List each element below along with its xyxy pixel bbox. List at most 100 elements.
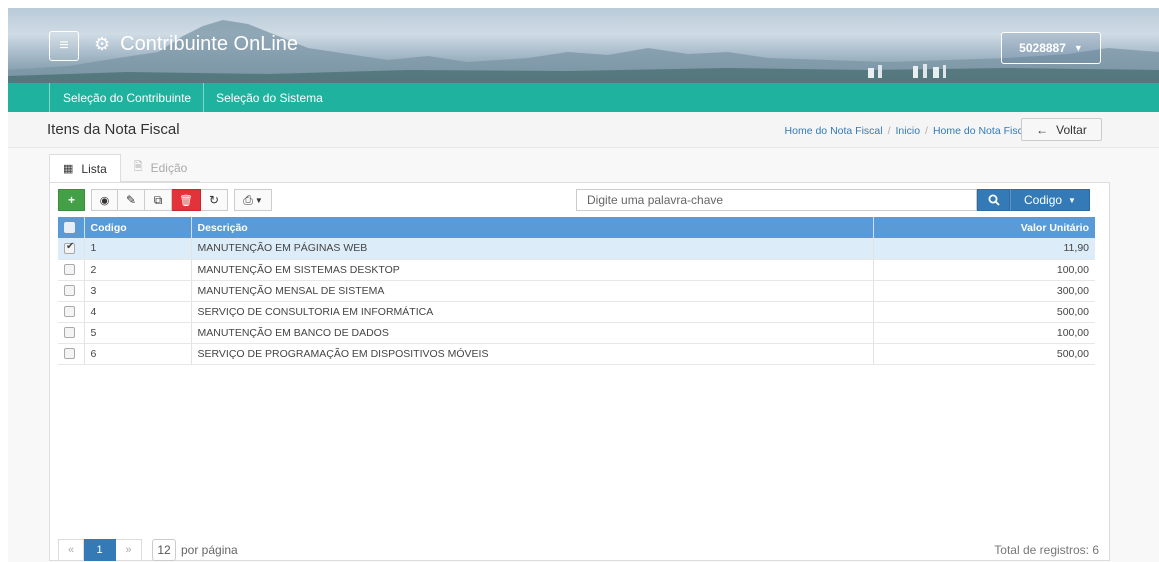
eye-icon: ◉ xyxy=(99,194,110,207)
add-group: + xyxy=(58,189,85,211)
cell-codigo: 6 xyxy=(84,343,192,365)
row-select-cell[interactable] xyxy=(58,343,85,365)
breadcrumb-separator: / xyxy=(887,125,891,137)
row-checkbox[interactable] xyxy=(64,241,75,254)
copy-icon: ⧉ xyxy=(153,192,163,207)
arrow-left-icon: ← xyxy=(1036,122,1049,137)
back-button[interactable]: ← Voltar xyxy=(1021,118,1102,141)
total-records: Total de registros: 6 xyxy=(994,543,1099,557)
row-select-cell[interactable] xyxy=(58,259,85,281)
edit-button[interactable]: ✎ xyxy=(118,189,145,211)
next-page-button[interactable]: » xyxy=(116,539,142,561)
tab-lista[interactable]: ▦ Lista xyxy=(49,154,121,182)
cell-codigo: 5 xyxy=(84,322,192,344)
delete-button[interactable]: 🗑 xyxy=(172,189,201,211)
caret-down-icon: ▼ xyxy=(1073,43,1083,53)
tab-edicao[interactable]: 🗎 Edição xyxy=(120,154,201,182)
row-select-cell[interactable] xyxy=(58,238,85,260)
search-group: Codigo ▼ xyxy=(576,189,1090,211)
cell-valor: 11,90 xyxy=(873,238,1095,260)
table-row[interactable]: 2 MANUTENÇÃO EM SISTEMAS DESKTOP 100,00 xyxy=(58,259,1095,281)
per-page-label: por página xyxy=(181,543,238,557)
prev-page-button[interactable]: « xyxy=(58,539,84,561)
row-checkbox[interactable] xyxy=(64,348,75,360)
cell-valor: 500,00 xyxy=(873,343,1095,365)
content-area: ▦ Lista 🗎 Edição + ◉ ✎ ⧉ 🗑 ↻ ⎙ ▼ Digite … xyxy=(8,148,1159,562)
breadcrumb-link[interactable]: Home do Nota Fiscal xyxy=(933,125,1031,137)
page-button-current[interactable]: 1 xyxy=(84,539,116,561)
header-banner: ≡ ⚙ Contribuinte OnLine 5028887 ▼ xyxy=(8,8,1159,83)
gear-icon: ⚙ xyxy=(94,34,111,54)
cell-codigo: 2 xyxy=(84,259,192,281)
table-icon: ▦ xyxy=(63,163,74,175)
row-checkbox[interactable] xyxy=(64,327,75,339)
add-button[interactable]: + xyxy=(58,189,85,211)
cell-valor: 300,00 xyxy=(873,280,1095,302)
top-nav: Seleção do Contribuinte Seleção do Siste… xyxy=(8,83,1159,112)
tab-label: Lista xyxy=(81,161,107,176)
caret-down-icon: ▼ xyxy=(1068,195,1076,205)
breadcrumb-separator: / xyxy=(925,125,928,137)
items-table: Codigo Descrição Valor Unitário 1MANUTEN… xyxy=(58,217,1095,365)
pencil-icon: ✎ xyxy=(125,193,137,207)
table-row[interactable]: 6 SERVIÇO DE PROGRAMAÇÃO EM DISPOSITIVOS … xyxy=(58,343,1095,365)
trash-icon: 🗑 xyxy=(179,194,193,207)
cell-valor: 500,00 xyxy=(873,301,1095,323)
copy-button[interactable]: ⧉ xyxy=(145,189,172,211)
search-field-label: Codigo xyxy=(1024,193,1063,207)
list-panel: + ◉ ✎ ⧉ 🗑 ↻ ⎙▼ Codigo ▼ xyxy=(49,182,1110,561)
refresh-icon: ↻ xyxy=(208,193,219,207)
document-icon: 🗎 xyxy=(133,161,143,173)
cell-descricao: MANUTENÇÃO EM PÁGINAS WEB xyxy=(191,238,874,260)
toolbar: + ◉ ✎ ⧉ 🗑 ↻ ⎙ ▼ xyxy=(58,189,272,211)
cell-descricao: SERVIÇO DE PROGRAMAÇÃO EM DISPOSITIVOS M… xyxy=(191,343,874,365)
cell-descricao: SERVIÇO DE CONSULTORIA EM INFORMÁTICA xyxy=(191,301,874,323)
row-select-cell[interactable] xyxy=(58,280,85,302)
table-row[interactable]: 1MANUTENÇÃO EM PÁGINAS WEB11,90 xyxy=(58,238,1095,260)
row-select-cell[interactable] xyxy=(58,301,85,323)
cell-valor: 100,00 xyxy=(873,322,1095,344)
tab-label: Edição xyxy=(150,160,188,175)
page-buttons: « 1 » xyxy=(58,539,142,561)
page-header: Itens da Nota Fiscal Home do Nota Fiscal… xyxy=(8,112,1159,148)
select-all-cell[interactable] xyxy=(58,217,85,238)
per-page-selector: 12 por página xyxy=(152,539,238,561)
breadcrumb-link[interactable]: Inicio xyxy=(896,125,921,137)
row-checkbox[interactable] xyxy=(64,285,75,297)
column-header-descricao[interactable]: Descrição xyxy=(191,217,874,238)
view-button[interactable]: ◉ xyxy=(91,189,118,211)
row-select-cell[interactable] xyxy=(58,322,85,344)
search-field-dropdown[interactable]: Codigo ▼ xyxy=(1010,189,1090,211)
column-header-valor[interactable]: Valor Unitário xyxy=(873,217,1095,238)
search-button[interactable] xyxy=(977,189,1010,211)
cell-codigo: 4 xyxy=(84,301,192,323)
row-checkbox[interactable] xyxy=(64,306,75,318)
tab-bar: ▦ Lista 🗎 Edição xyxy=(49,154,201,182)
hamburger-icon: ≡ xyxy=(59,37,69,54)
table-row[interactable]: 3 MANUTENÇÃO MENSAL DE SISTEMA 300,00 xyxy=(58,280,1095,302)
nav-item-contribuinte[interactable]: Seleção do Contribuinte xyxy=(49,83,205,112)
print-group: ⎙ ▼ xyxy=(233,189,272,211)
caret-down-icon: ▼ xyxy=(254,195,263,205)
menu-toggle-button[interactable]: ≡ xyxy=(49,31,79,61)
user-id: 5028887 xyxy=(1019,41,1066,55)
nav-item-sistema[interactable]: Seleção do Sistema xyxy=(204,83,335,112)
cell-codigo: 3 xyxy=(84,280,192,302)
breadcrumb-link[interactable]: Home do Nota Fiscal xyxy=(785,125,883,137)
printer-icon: ⎙ xyxy=(243,192,253,207)
search-input[interactable] xyxy=(576,189,977,211)
search-icon xyxy=(988,194,1000,206)
app-title: ⚙ Contribuinte OnLine xyxy=(94,33,298,56)
table-row[interactable]: 5 MANUTENÇÃO EM BANCO DE DADOS 100,00 xyxy=(58,322,1095,344)
row-checkbox[interactable] xyxy=(64,264,75,276)
user-dropdown-button[interactable]: 5028887 ▼ xyxy=(1001,32,1101,64)
table-row[interactable]: 4 SERVIÇO DE CONSULTORIA EM INFORMÁTICA 50… xyxy=(58,301,1095,323)
column-header-codigo[interactable]: Codigo xyxy=(84,217,192,238)
per-page-value[interactable]: 12 xyxy=(152,539,176,561)
refresh-button[interactable]: ↻ xyxy=(200,189,228,211)
cell-descricao: MANUTENÇÃO EM BANCO DE DADOS xyxy=(191,322,874,344)
cell-descricao: MANUTENÇÃO MENSAL DE SISTEMA xyxy=(191,280,874,302)
print-dropdown-button[interactable]: ⎙ ▼ xyxy=(233,189,272,211)
breadcrumb: Home do Nota Fiscal / Inicio / Home do N… xyxy=(785,125,1031,137)
select-all-checkbox[interactable] xyxy=(64,222,75,234)
